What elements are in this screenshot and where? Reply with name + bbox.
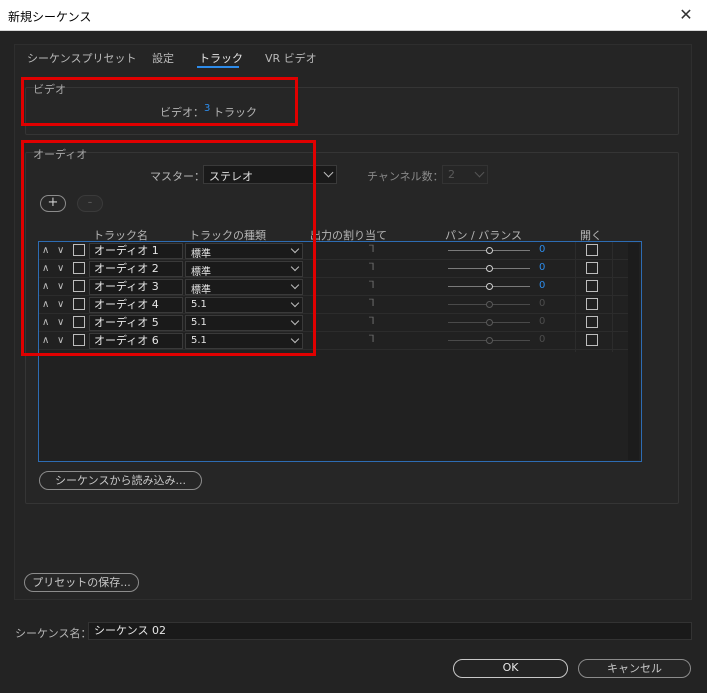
active-tab-indicator bbox=[197, 66, 239, 68]
routing-icon[interactable]: ⅂ bbox=[369, 262, 375, 273]
channels-value: 2 bbox=[448, 168, 455, 181]
table-scrollbar[interactable] bbox=[628, 243, 639, 460]
channels-label: チャンネル数： bbox=[367, 170, 444, 183]
routing-icon[interactable]: ⅂ bbox=[369, 316, 375, 327]
tab-tracks[interactable]: トラック bbox=[199, 50, 243, 66]
audio-highlight-box bbox=[21, 140, 316, 356]
chevron-down-icon bbox=[323, 167, 334, 178]
routing-icon[interactable]: ⅂ bbox=[369, 298, 375, 309]
tab-vr-video[interactable]: VR ビデオ bbox=[265, 50, 317, 66]
pan-value[interactable]: 0 bbox=[539, 316, 545, 327]
open-checkbox[interactable] bbox=[586, 316, 598, 328]
sequence-name-field[interactable]: シーケンス 02 bbox=[88, 622, 692, 640]
pan-value[interactable]: 0 bbox=[539, 334, 545, 345]
pan-value[interactable]: 0 bbox=[539, 262, 545, 273]
title-bar: 新規シーケンス ✕ bbox=[0, 0, 707, 31]
pan-knob[interactable] bbox=[486, 247, 493, 254]
chevron-down-icon bbox=[474, 167, 485, 178]
pan-value[interactable]: 0 bbox=[539, 298, 545, 309]
open-checkbox[interactable] bbox=[586, 262, 598, 274]
pan-knob[interactable] bbox=[486, 301, 493, 308]
routing-icon[interactable]: ⅂ bbox=[369, 280, 375, 291]
open-checkbox[interactable] bbox=[586, 334, 598, 346]
channels-dropdown[interactable]: 2 bbox=[442, 165, 488, 184]
window-title: 新規シーケンス bbox=[8, 10, 92, 24]
open-checkbox[interactable] bbox=[586, 280, 598, 292]
video-highlight-box bbox=[21, 77, 298, 126]
open-checkbox[interactable] bbox=[586, 244, 598, 256]
routing-icon[interactable]: ⅂ bbox=[369, 334, 375, 345]
pan-knob[interactable] bbox=[486, 319, 493, 326]
import-from-sequence-button[interactable]: シーケンスから読み込み... bbox=[39, 471, 202, 490]
save-preset-button[interactable]: プリセットの保存... bbox=[24, 573, 139, 592]
cancel-button[interactable]: キャンセル bbox=[578, 659, 691, 678]
tab-sequence-presets[interactable]: シーケンスプリセット bbox=[27, 50, 136, 66]
sequence-name-label: シーケンス名： bbox=[15, 627, 92, 640]
ok-button[interactable]: OK bbox=[453, 659, 568, 678]
routing-icon[interactable]: ⅂ bbox=[369, 244, 375, 255]
pan-knob[interactable] bbox=[486, 283, 493, 290]
pan-knob[interactable] bbox=[486, 337, 493, 344]
tab-settings[interactable]: 設定 bbox=[152, 50, 174, 66]
open-checkbox[interactable] bbox=[586, 298, 598, 310]
pan-knob[interactable] bbox=[486, 265, 493, 272]
pan-value[interactable]: 0 bbox=[539, 280, 545, 291]
pan-value[interactable]: 0 bbox=[539, 244, 545, 255]
close-icon[interactable]: ✕ bbox=[675, 4, 697, 26]
